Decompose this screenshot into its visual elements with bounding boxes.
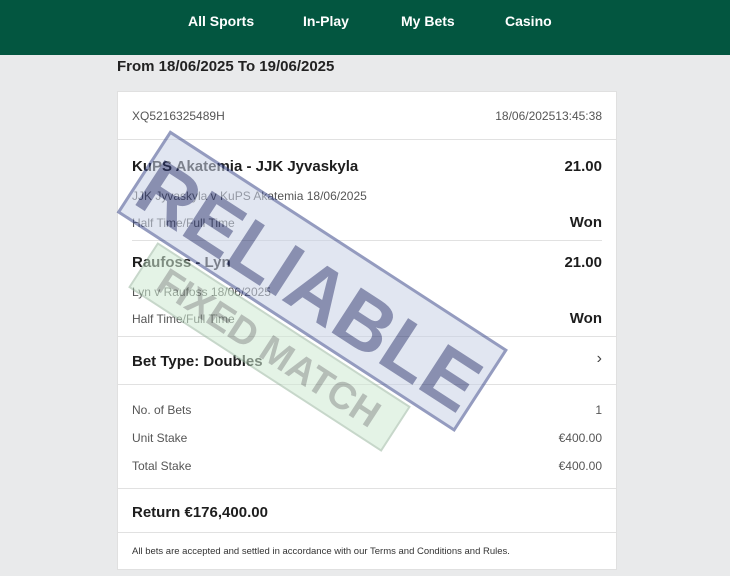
bet-type-row[interactable]: Bet Type: Doubles ›	[118, 337, 616, 384]
bet-date: 18/06/2025	[495, 109, 556, 123]
divider	[118, 384, 616, 385]
nav-all-sports[interactable]: All Sports	[188, 13, 254, 29]
date-range-heading: From 18/06/2025 To 19/06/2025	[117, 58, 335, 75]
selection-market: Half Time/Full Time	[132, 312, 235, 326]
nav-my-bets[interactable]: My Bets	[401, 13, 455, 29]
selection-odds: 21.00	[564, 158, 602, 175]
no-of-bets-label: No. of Bets	[132, 403, 192, 417]
divider	[132, 240, 602, 241]
selection-result: Won	[569, 214, 602, 231]
divider	[118, 488, 616, 489]
bet-time: 13:45:38	[555, 109, 602, 123]
bet-type-label: Bet Type: Doubles	[132, 353, 263, 370]
selection-event: JJK Jyvaskyla v KuPS Akatemia 18/06/2025	[132, 189, 367, 203]
unit-stake-value: €400.00	[558, 431, 602, 445]
nav-casino[interactable]: Casino	[505, 13, 552, 29]
return-amount: Return €176,400.00	[132, 504, 268, 521]
unit-stake-label: Unit Stake	[132, 431, 188, 445]
total-stake-label: Total Stake	[132, 459, 192, 473]
divider	[118, 532, 616, 533]
nav-in-play[interactable]: In-Play	[303, 13, 349, 29]
selection-market: Half Time/Full Time	[132, 216, 235, 230]
selection-odds: 21.00	[564, 254, 602, 271]
no-of-bets-value: 1	[595, 403, 602, 417]
selection-result: Won	[569, 310, 602, 327]
divider	[118, 139, 616, 140]
top-navigation: All Sports In-Play My Bets Casino	[0, 0, 730, 55]
selection-title: KuPS Akatemia - JJK Jyvaskyla	[132, 158, 359, 175]
chevron-right-icon: ›	[596, 350, 602, 367]
bet-receipt-card: XQ5216325489H 18/06/202513:45:38 KuPS Ak…	[117, 91, 617, 570]
bet-reference: XQ5216325489H	[132, 109, 225, 123]
selection-event: Lyn v Raufoss 18/06/2025	[132, 285, 271, 299]
bet-datetime: 18/06/202513:45:38	[495, 109, 602, 123]
selection-title: Raufoss - Lyn	[132, 254, 231, 271]
terms-note: All bets are accepted and settled in acc…	[132, 546, 510, 557]
total-stake-value: €400.00	[558, 459, 602, 473]
